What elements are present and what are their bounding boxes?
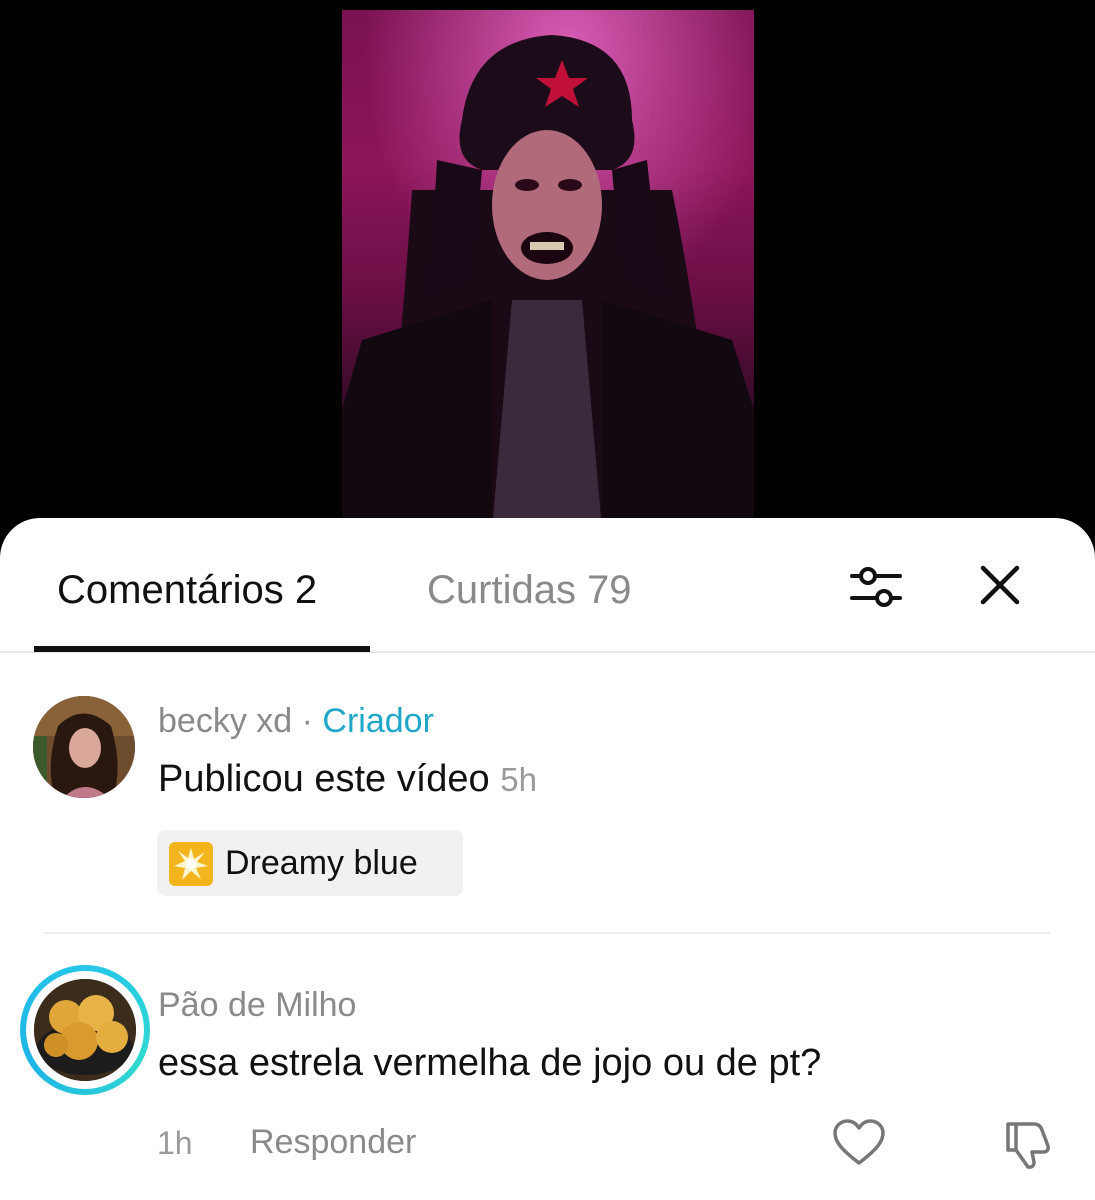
comment-header: becky xd · Criador [158,702,434,741]
video-image [342,10,754,530]
effect-label: Dreamy blue [225,844,418,882]
divider [44,932,1050,934]
username[interactable]: Pão de Milho [158,986,356,1025]
story-ring[interactable] [20,965,150,1095]
creator-badge: Criador [322,702,434,740]
avatar[interactable] [33,696,135,798]
avatar[interactable] [34,979,136,1081]
username[interactable]: becky xd [158,702,292,740]
active-tab-indicator [34,646,370,652]
comment-text: essa estrela vermelha de jojo ou de pt? [158,1042,822,1084]
heart-icon[interactable] [832,1118,886,1168]
effect-chip[interactable]: Dreamy blue [157,830,463,896]
comment-time: 5h [500,761,537,798]
reply-button[interactable]: Responder [250,1123,416,1162]
comment-time: 1h [157,1125,193,1161]
close-icon[interactable] [975,560,1025,610]
sliders-icon[interactable] [848,560,904,616]
sparkle-icon [169,842,213,886]
video-frame[interactable] [342,10,754,530]
comment-text: Publicou este vídeo [158,758,490,800]
separator: · [301,702,313,740]
tab-likes[interactable]: Curtidas 79 [427,568,632,613]
comment-text-row: Publicou este vídeo 5h [158,758,537,801]
tabs-bar: Comentários 2 Curtidas 79 [0,518,1095,653]
tab-comments[interactable]: Comentários 2 [57,568,317,613]
thumbs-down-icon[interactable] [1000,1118,1054,1170]
video-player[interactable] [0,0,1095,540]
comments-sheet: Comentários 2 Curtidas 79 becky xd · Cri… [0,518,1095,1200]
